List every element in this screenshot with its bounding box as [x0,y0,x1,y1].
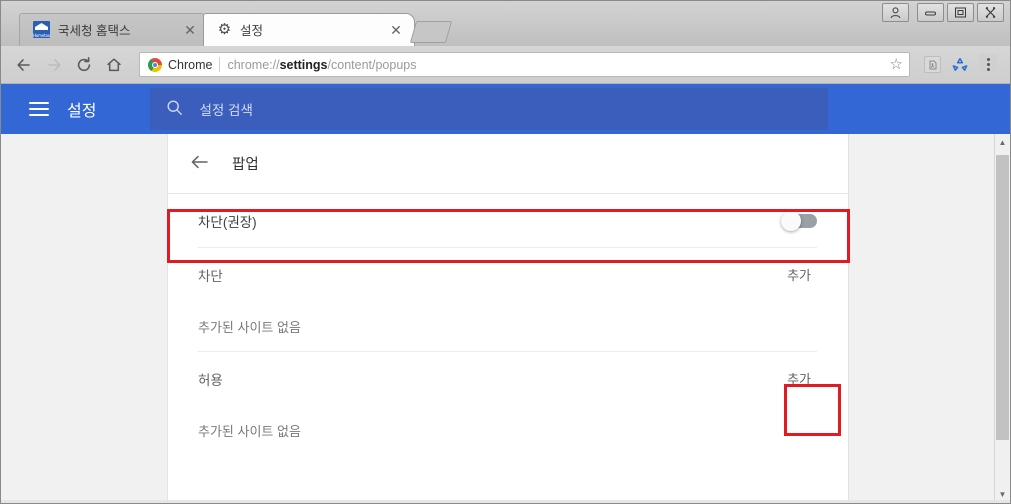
recycle-extension-icon[interactable] [947,52,973,78]
search-input[interactable]: 설정 검색 [150,88,829,130]
user-profile-icon[interactable] [882,3,909,22]
subpage-title: 팝업 [232,157,259,173]
browser-toolbar: Chrome chrome://settings/content/popups … [1,46,1010,84]
block-toggle-label: 차단(권장) [198,214,257,230]
card-header: 팝업 [168,134,848,194]
back-icon[interactable] [10,51,38,79]
section-allow-title: 허용 [198,372,223,388]
section-allow-add-button[interactable]: 추가 [781,365,817,392]
tab-strip: Hometax 국세청 홈택스 ✕ ⚙ 설정 ✕ [1,1,1010,46]
browser-window: Hometax 국세청 홈택스 ✕ ⚙ 설정 ✕ Chrome chrome:/… [0,0,1011,504]
favicon-label: Hometax [33,33,50,38]
badge-divider [219,57,221,72]
url-bold-part: settings [279,57,328,72]
tab-title: 설정 [240,24,264,38]
settings-card: 팝업 차단(권장) 차단 추가 추가된 사이트 없음 허용 추가 추가된 사이트… [167,134,849,503]
url-text: chrome://settings/content/popups [227,58,882,72]
chrome-logo-icon [148,57,162,72]
search-placeholder: 설정 검색 [199,103,253,118]
gear-icon: ⚙ [217,21,232,38]
home-icon[interactable] [100,51,128,79]
scroll-up-icon[interactable]: ▲ [995,134,1011,151]
vertical-scrollbar[interactable]: ▲ ▼ [994,134,1010,503]
url-prefix: chrome:// [227,57,280,72]
section-block-title: 차단 [198,268,223,284]
section-allow-empty-text: 추가된 사이트 없음 [198,423,301,439]
chrome-badge-label: Chrome [168,57,213,72]
url-suffix: /content/popups [327,57,417,72]
tab-hometax[interactable]: Hometax 국세청 홈택스 ✕ [19,13,209,46]
search-icon [166,99,183,120]
hamburger-menu-icon[interactable] [29,102,49,116]
scrollbar-thumb[interactable] [996,155,1009,440]
tab-title: 국세청 홈택스 [58,24,131,38]
settings-header: 설정 설정 검색 [1,84,1010,134]
hometax-icon: Hometax [33,21,50,38]
three-dot-menu-icon[interactable] [975,52,1001,78]
back-arrow-icon[interactable] [190,153,210,175]
close-icon[interactable]: ✕ [387,21,405,39]
block-toggle-row[interactable]: 차단(권장) [168,194,848,247]
pdf-extension-icon[interactable] [919,52,945,78]
block-toggle-switch[interactable] [781,210,817,231]
section-block-empty-text: 추가된 사이트 없음 [198,319,301,335]
window-controls [882,3,1004,22]
address-bar[interactable]: Chrome chrome://settings/content/popups … [139,52,910,77]
section-block-add-button[interactable]: 추가 [781,261,817,288]
status-bar [1,500,1010,503]
section-block-header: 차단 추가 [198,247,817,301]
new-tab-button[interactable] [409,21,453,43]
forward-icon[interactable] [40,51,68,79]
page-title: 설정 [67,103,97,120]
bookmark-star-icon[interactable]: ☆ [890,57,903,72]
reload-icon[interactable] [70,51,98,79]
tab-settings[interactable]: ⚙ 설정 ✕ [203,13,415,46]
close-icon[interactable] [977,3,1004,22]
section-allow-header: 허용 추가 [198,351,817,405]
restore-icon[interactable] [947,3,974,22]
chrome-badge: Chrome [148,57,213,72]
toggle-knob [781,210,801,231]
close-icon[interactable]: ✕ [181,21,199,39]
section-block: 차단 추가 [168,247,848,301]
section-allow: 허용 추가 [168,351,848,405]
minimize-icon[interactable] [917,3,944,22]
scrollbar-track[interactable] [995,151,1010,486]
settings-viewport: 팝업 차단(권장) 차단 추가 추가된 사이트 없음 허용 추가 추가된 사이트… [1,134,1010,503]
